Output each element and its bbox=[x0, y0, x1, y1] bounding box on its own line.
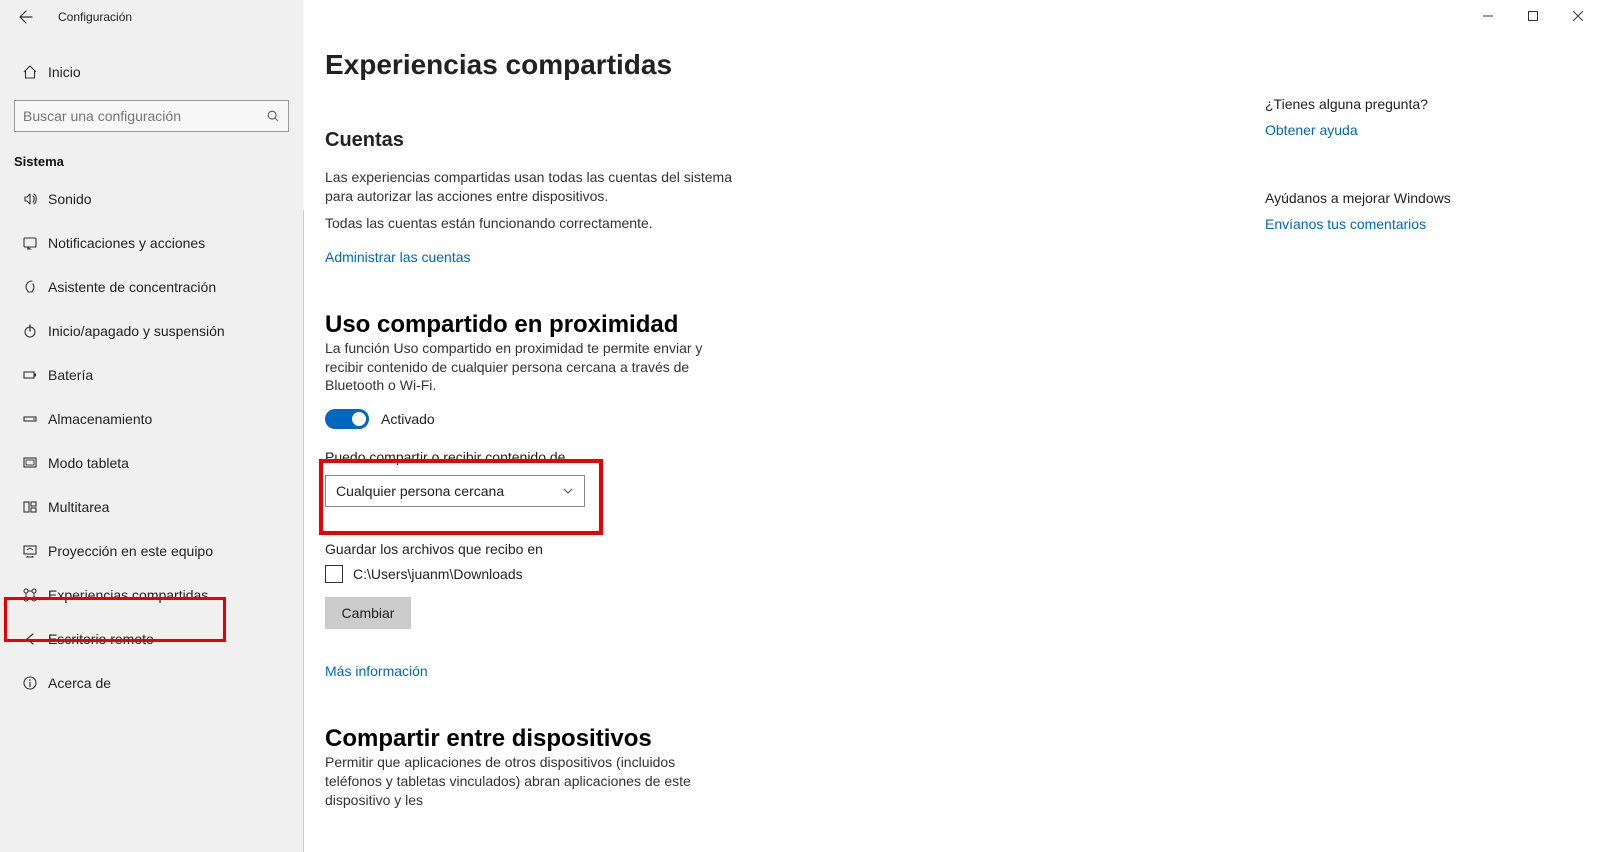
sidebar-item-tableta[interactable]: Modo tableta bbox=[0, 441, 303, 485]
minimize-button[interactable] bbox=[1465, 0, 1510, 32]
remote-desktop-icon bbox=[18, 631, 42, 647]
sidebar-item-proyeccion[interactable]: Proyección en este equipo bbox=[0, 529, 303, 573]
share-from-label: Puedo compartir o recibir contenido de bbox=[325, 449, 605, 465]
sidebar-item-asistente[interactable]: Asistente de concentración bbox=[0, 265, 303, 309]
chevron-down-icon bbox=[562, 485, 574, 497]
sidebar-item-multitarea[interactable]: Multitarea bbox=[0, 485, 303, 529]
projecting-icon bbox=[18, 543, 42, 559]
maximize-button[interactable] bbox=[1510, 0, 1555, 32]
search-box[interactable] bbox=[14, 100, 289, 132]
section-share-between-devices: Compartir entre dispositivos Permitir qu… bbox=[325, 725, 1105, 810]
close-icon bbox=[1573, 11, 1583, 21]
power-icon bbox=[18, 323, 42, 339]
content: Experiencias compartidas Cuentas Las exp… bbox=[325, 49, 1105, 818]
nearby-desc: La función Uso compartido en proximidad … bbox=[325, 339, 735, 396]
back-button[interactable] bbox=[12, 0, 40, 34]
feedback-block: Ayúdanos a mejorar Windows Envíanos tus … bbox=[1265, 190, 1505, 234]
more-info-link[interactable]: Más información bbox=[325, 663, 428, 679]
maximize-icon bbox=[1528, 11, 1538, 21]
feedback-title: Ayúdanos a mejorar Windows bbox=[1265, 190, 1505, 206]
tablet-mode-icon bbox=[18, 455, 42, 471]
folder-icon bbox=[325, 565, 343, 583]
toggle-knob bbox=[352, 412, 366, 426]
minimize-icon bbox=[1483, 11, 1493, 21]
divider bbox=[303, 210, 304, 852]
save-path-label: Guardar los archivos que recibo en bbox=[325, 541, 1105, 557]
send-feedback-link[interactable]: Envíanos tus comentarios bbox=[1265, 216, 1426, 232]
sidebar-item-experiencias-compartidas[interactable]: Experiencias compartidas bbox=[0, 573, 303, 617]
help-title: ¿Tienes alguna pregunta? bbox=[1265, 96, 1505, 112]
sidebar-item-sonido[interactable]: Sonido bbox=[0, 177, 303, 221]
devices-desc: Permitir que aplicaciones de otros dispo… bbox=[325, 753, 735, 810]
section-accounts: Cuentas Las experiencias compartidas usa… bbox=[325, 129, 1105, 267]
sound-icon bbox=[18, 191, 42, 207]
window-controls bbox=[1465, 0, 1600, 32]
page-title: Experiencias compartidas bbox=[325, 49, 1105, 81]
sidebar-home[interactable]: Inicio bbox=[0, 52, 303, 92]
close-button[interactable] bbox=[1555, 0, 1600, 32]
storage-icon bbox=[18, 411, 42, 427]
shared-experiences-icon bbox=[18, 587, 42, 603]
nearby-sharing-toggle[interactable] bbox=[325, 409, 369, 429]
share-from-dropdown[interactable]: Cualquier persona cercana bbox=[325, 475, 585, 507]
sidebar-category: Sistema bbox=[0, 132, 303, 177]
manage-accounts-link[interactable]: Administrar las cuentas bbox=[325, 249, 471, 265]
nearby-heading: Uso compartido en proximidad bbox=[325, 311, 1105, 339]
get-help-link[interactable]: Obtener ayuda bbox=[1265, 122, 1358, 138]
dropdown-value: Cualquier persona cercana bbox=[336, 483, 504, 499]
home-icon bbox=[18, 64, 42, 80]
sidebar-nav: Sonido Notificaciones y acciones Asisten… bbox=[0, 177, 303, 705]
sidebar: Configuración Inicio Sistema Sonido bbox=[0, 0, 303, 852]
multitask-icon bbox=[18, 499, 42, 515]
sidebar-item-inicio-apagado[interactable]: Inicio/apagado y suspensión bbox=[0, 309, 303, 353]
focus-assist-icon bbox=[18, 279, 42, 295]
change-folder-button[interactable]: Cambiar bbox=[325, 597, 411, 629]
help-block: ¿Tienes alguna pregunta? Obtener ayuda bbox=[1265, 96, 1505, 140]
arrow-left-icon bbox=[18, 9, 34, 25]
sidebar-item-bateria[interactable]: Batería bbox=[0, 353, 303, 397]
search-icon bbox=[266, 109, 280, 123]
window-title: Configuración bbox=[58, 10, 132, 24]
sidebar-home-label: Inicio bbox=[48, 64, 81, 80]
accounts-desc-2: Todas las cuentas están funcionando corr… bbox=[325, 214, 735, 233]
accounts-heading: Cuentas bbox=[325, 129, 1105, 152]
right-column: ¿Tienes alguna pregunta? Obtener ayuda A… bbox=[1265, 96, 1505, 284]
about-icon bbox=[18, 675, 42, 691]
accounts-desc-1: Las experiencias compartidas usan todas … bbox=[325, 168, 735, 206]
main-panel: Experiencias compartidas Cuentas Las exp… bbox=[303, 0, 1600, 852]
save-path-value: C:\Users\juanm\Downloads bbox=[353, 566, 523, 582]
toggle-state-label: Activado bbox=[381, 411, 435, 427]
sidebar-item-almacenamiento[interactable]: Almacenamiento bbox=[0, 397, 303, 441]
notifications-icon bbox=[18, 235, 42, 251]
sidebar-item-escritorio-remoto[interactable]: Escritorio remoto bbox=[0, 617, 303, 661]
section-nearby-sharing: Uso compartido en proximidad La función … bbox=[325, 311, 1105, 682]
search-input[interactable] bbox=[23, 108, 266, 124]
battery-icon bbox=[18, 367, 42, 383]
sidebar-item-acerca-de[interactable]: Acerca de bbox=[0, 661, 303, 705]
titlebar-left: Configuración bbox=[0, 0, 303, 34]
devices-heading: Compartir entre dispositivos bbox=[325, 725, 1105, 753]
sidebar-item-notificaciones[interactable]: Notificaciones y acciones bbox=[0, 221, 303, 265]
